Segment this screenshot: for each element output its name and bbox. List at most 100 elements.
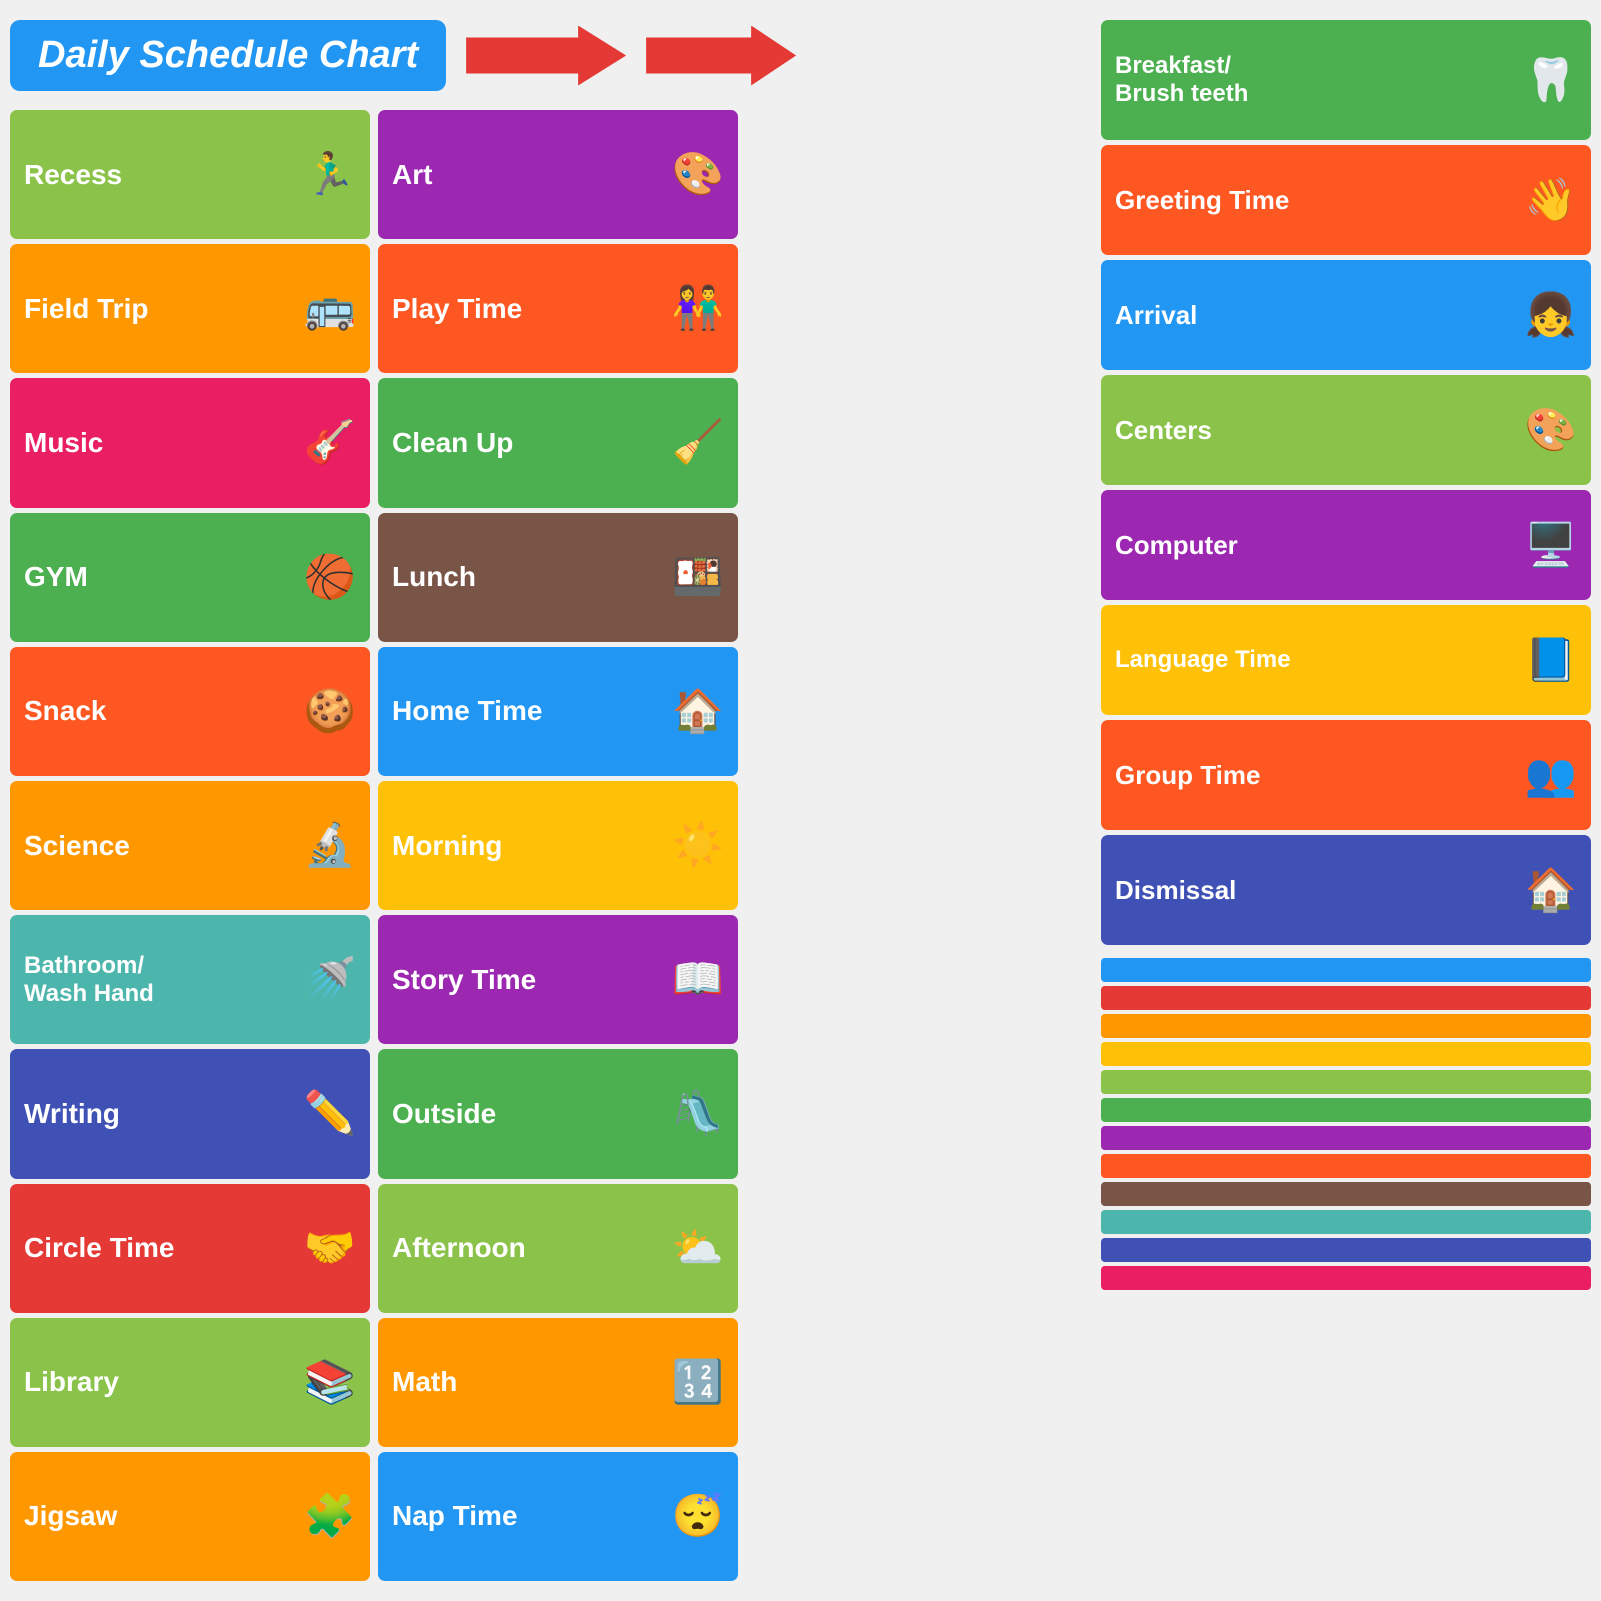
card-lunch-icon: 🍱	[672, 553, 724, 602]
card-science-icon: 🔬	[304, 821, 356, 870]
card-cleanup: Clean Up 🧹	[378, 378, 738, 507]
card-library-label: Library	[24, 1366, 119, 1398]
card-centers: Centers 🎨	[1101, 375, 1591, 485]
card-lunch: Lunch 🍱	[378, 513, 738, 642]
card-playtime-icon: 👫	[672, 284, 724, 333]
strip-4	[1101, 1042, 1591, 1066]
card-bathroom-label: Bathroom/Wash Hand	[24, 952, 154, 1008]
card-snack-icon: 🍪	[304, 687, 356, 736]
card-recess: Recess 🏃‍♂️	[10, 110, 370, 239]
title-box: Daily Schedule Chart	[10, 20, 446, 91]
strip-8	[1101, 1154, 1591, 1178]
card-languagetime-icon: 📘	[1525, 636, 1577, 685]
card-art: Art 🎨	[378, 110, 738, 239]
card-math: Math 🔢	[378, 1318, 738, 1447]
card-greetingtime: Greeting Time 👋	[1101, 145, 1591, 255]
card-recess-icon: 🏃‍♂️	[304, 150, 356, 199]
card-grouptime-icon: 👥	[1525, 751, 1577, 800]
card-circletime-icon: 🤝	[304, 1224, 356, 1273]
column-2: Art 🎨 Play Time 👫 Clean Up 🧹 Lunch 🍱 Hom…	[378, 110, 738, 1581]
card-storytime-icon: 📖	[672, 955, 724, 1004]
card-outside-label: Outside	[392, 1098, 496, 1130]
card-centers-icon: 🎨	[1525, 406, 1577, 455]
card-circletime: Circle Time 🤝	[10, 1184, 370, 1313]
card-computer-label: Computer	[1115, 530, 1238, 561]
card-gym: GYM 🏀	[10, 513, 370, 642]
card-breakfast-label: Breakfast/Brush teeth	[1115, 52, 1248, 108]
card-dismissal-label: Dismissal	[1115, 875, 1236, 906]
card-breakfast: Breakfast/Brush teeth 🦷	[1101, 20, 1591, 140]
card-arrival: Arrival 👧	[1101, 260, 1591, 370]
card-snack-label: Snack	[24, 695, 107, 727]
card-math-icon: 🔢	[672, 1358, 724, 1407]
card-centers-label: Centers	[1115, 415, 1212, 446]
card-jigsaw-label: Jigsaw	[24, 1500, 117, 1532]
column-3: Breakfast/Brush teeth 🦷 Greeting Time 👋 …	[1101, 20, 1591, 1290]
card-morning-label: Morning	[392, 830, 502, 862]
card-afternoon-label: Afternoon	[392, 1232, 526, 1264]
card-outside: Outside 🛝	[378, 1049, 738, 1178]
card-jigsaw-icon: 🧩	[304, 1492, 356, 1541]
column-1: Recess 🏃‍♂️ Field Trip 🚌 Music 🎸 GYM 🏀 S…	[10, 110, 370, 1581]
card-morning: Morning ☀️	[378, 781, 738, 910]
card-writing: Writing ✏️	[10, 1049, 370, 1178]
card-hometime-icon: 🏠	[672, 687, 724, 736]
card-fieldtrip: Field Trip 🚌	[10, 244, 370, 373]
strip-9	[1101, 1182, 1591, 1206]
card-fieldtrip-label: Field Trip	[24, 293, 148, 325]
strip-2	[1101, 986, 1591, 1010]
card-art-label: Art	[392, 159, 432, 191]
card-hometime-label: Home Time	[392, 695, 542, 727]
card-computer-icon: 🖥️	[1525, 521, 1577, 570]
strip-12	[1101, 1266, 1591, 1290]
card-languagetime-label: Language Time	[1115, 646, 1291, 674]
card-science-label: Science	[24, 830, 130, 862]
card-music-icon: 🎸	[304, 418, 356, 467]
card-snack: Snack 🍪	[10, 647, 370, 776]
card-library: Library 📚	[10, 1318, 370, 1447]
card-fieldtrip-icon: 🚌	[304, 284, 356, 333]
card-writing-label: Writing	[24, 1098, 120, 1130]
card-languagetime: Language Time 📘	[1101, 605, 1591, 715]
card-arrival-icon: 👧	[1525, 291, 1577, 340]
card-bathroom: Bathroom/Wash Hand 🚿	[10, 915, 370, 1044]
card-music-label: Music	[24, 427, 103, 459]
card-storytime: Story Time 📖	[378, 915, 738, 1044]
card-naptime-icon: 😴	[672, 1492, 724, 1541]
card-cleanup-label: Clean Up	[392, 427, 513, 459]
card-breakfast-icon: 🦷	[1525, 56, 1577, 105]
card-playtime: Play Time 👫	[378, 244, 738, 373]
strip-3	[1101, 1014, 1591, 1038]
strip-10	[1101, 1210, 1591, 1234]
card-afternoon: Afternoon ⛅	[378, 1184, 738, 1313]
card-naptime-label: Nap Time	[392, 1500, 518, 1532]
card-library-icon: 📚	[304, 1358, 356, 1407]
card-morning-icon: ☀️	[672, 821, 724, 870]
arrow-1	[466, 26, 626, 86]
strip-6	[1101, 1098, 1591, 1122]
card-gym-label: GYM	[24, 561, 88, 593]
page-title: Daily Schedule Chart	[38, 34, 418, 76]
card-bathroom-icon: 🚿	[304, 955, 356, 1004]
card-writing-icon: ✏️	[304, 1089, 356, 1138]
card-arrival-label: Arrival	[1115, 300, 1197, 331]
card-music: Music 🎸	[10, 378, 370, 507]
arrow-2	[646, 26, 796, 86]
card-recess-label: Recess	[24, 159, 122, 191]
card-math-label: Math	[392, 1366, 457, 1398]
card-art-icon: 🎨	[672, 150, 724, 199]
card-storytime-label: Story Time	[392, 964, 536, 996]
card-science: Science 🔬	[10, 781, 370, 910]
strip-1	[1101, 958, 1591, 982]
card-cleanup-icon: 🧹	[672, 418, 724, 467]
card-dismissal-icon: 🏠	[1525, 866, 1577, 915]
card-greetingtime-icon: 👋	[1525, 176, 1577, 225]
card-outside-icon: 🛝	[672, 1089, 724, 1138]
card-jigsaw: Jigsaw 🧩	[10, 1452, 370, 1581]
card-naptime: Nap Time 😴	[378, 1452, 738, 1581]
color-strips	[1101, 958, 1591, 1290]
card-afternoon-icon: ⛅	[672, 1224, 724, 1273]
card-lunch-label: Lunch	[392, 561, 476, 593]
card-grouptime: Group Time 👥	[1101, 720, 1591, 830]
card-playtime-label: Play Time	[392, 293, 522, 325]
